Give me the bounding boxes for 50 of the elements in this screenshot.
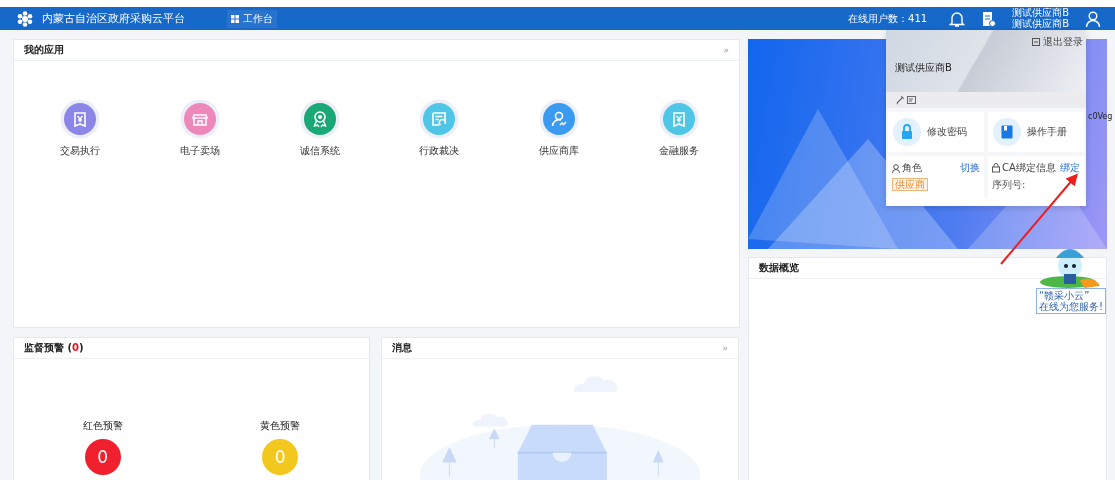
role-label: 角色 — [902, 161, 922, 175]
bell-icon[interactable] — [949, 10, 966, 27]
app-label[interactable]: 金融服务 — [659, 144, 700, 158]
menu-action-button[interactable]: 修改密码 — [888, 112, 984, 152]
assistant-text: 在线为您服务! — [1039, 301, 1103, 312]
app-icon[interactable] — [419, 99, 460, 139]
warning-label: 红色预警 — [82, 419, 123, 433]
user-name: 测试供应商B — [1012, 18, 1069, 29]
nav-tab[interactable]: 工作台 — [227, 9, 277, 28]
card-title: 数据概览 — [759, 261, 799, 275]
online-count: 在线用户数：411 — [848, 11, 928, 26]
user-name: 测试供应商B — [1012, 8, 1069, 19]
warning-label: 黄色预警 — [260, 419, 301, 433]
grid-icon — [231, 14, 239, 23]
mail-icon — [907, 96, 916, 104]
lock-icon — [992, 163, 1000, 173]
app-icon[interactable] — [299, 99, 340, 139]
person-icon — [892, 163, 900, 173]
app-label[interactable]: 电子卖场 — [179, 144, 220, 158]
card-title: 监督预警 (0) — [24, 341, 84, 355]
menu-action-button[interactable]: 操作手册 — [988, 112, 1084, 152]
phone-icon — [896, 95, 904, 105]
role-tag: 供应商 — [892, 178, 928, 191]
switch-link[interactable]: 切换 — [960, 161, 980, 175]
logout-button[interactable]: 退出登录 — [1032, 35, 1083, 49]
assistant-mascot[interactable]: “赣采小云” 在线为您服务! — [1030, 240, 1112, 314]
card-title: 我的应用 — [24, 43, 64, 57]
logout-icon — [1032, 38, 1040, 46]
app-icon[interactable] — [179, 99, 220, 139]
user-icon[interactable] — [1085, 10, 1101, 27]
assistant-text: “赣采小云” — [1039, 290, 1091, 301]
document-icon[interactable] — [981, 10, 997, 27]
app-icon[interactable] — [539, 99, 580, 139]
warning-count[interactable]: 0 — [84, 439, 121, 475]
app-label[interactable]: 诚信系统 — [299, 144, 340, 158]
app-icon[interactable] — [59, 99, 100, 139]
lock-icon — [893, 118, 921, 146]
user-name: 测试供应商B — [895, 61, 952, 75]
platform-title: 内蒙古自治区政府采购云平台 — [42, 11, 185, 26]
ca-label: CA绑定信息 — [1002, 161, 1056, 175]
card-title: 消息 — [392, 341, 412, 355]
logo-icon — [17, 10, 33, 27]
app-label[interactable]: 交易执行 — [59, 144, 100, 158]
banner-text: c0Veg — [1088, 112, 1113, 121]
book-icon — [993, 118, 1021, 146]
serial-label: 序列号: — [992, 178, 1027, 192]
app-label[interactable]: 行政裁决 — [419, 144, 460, 158]
app-icon[interactable] — [659, 99, 700, 139]
bind-link[interactable]: 绑定 — [1060, 161, 1080, 175]
app-label[interactable]: 供应商库 — [539, 144, 580, 158]
